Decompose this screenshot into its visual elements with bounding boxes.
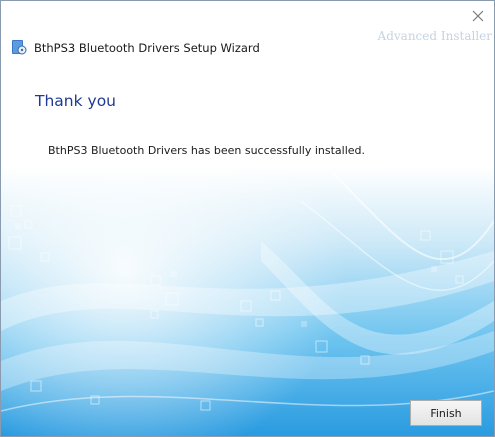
installer-app-icon	[12, 40, 27, 55]
close-icon	[472, 10, 484, 22]
success-message: BthPS3 Bluetooth Drivers has been succes…	[48, 144, 366, 157]
window-title: BthPS3 Bluetooth Drivers Setup Wizard	[34, 41, 260, 55]
title-bar: BthPS3 Bluetooth Drivers Setup Wizard Ad…	[1, 1, 494, 61]
finish-button[interactable]: Finish	[410, 400, 482, 426]
close-button[interactable]	[467, 7, 489, 27]
brand-watermark: Advanced Installer	[377, 29, 492, 43]
page-heading: Thank you	[35, 92, 116, 110]
setup-wizard-window: BthPS3 Bluetooth Drivers Setup Wizard Ad…	[0, 0, 495, 437]
background-art	[1, 1, 494, 436]
